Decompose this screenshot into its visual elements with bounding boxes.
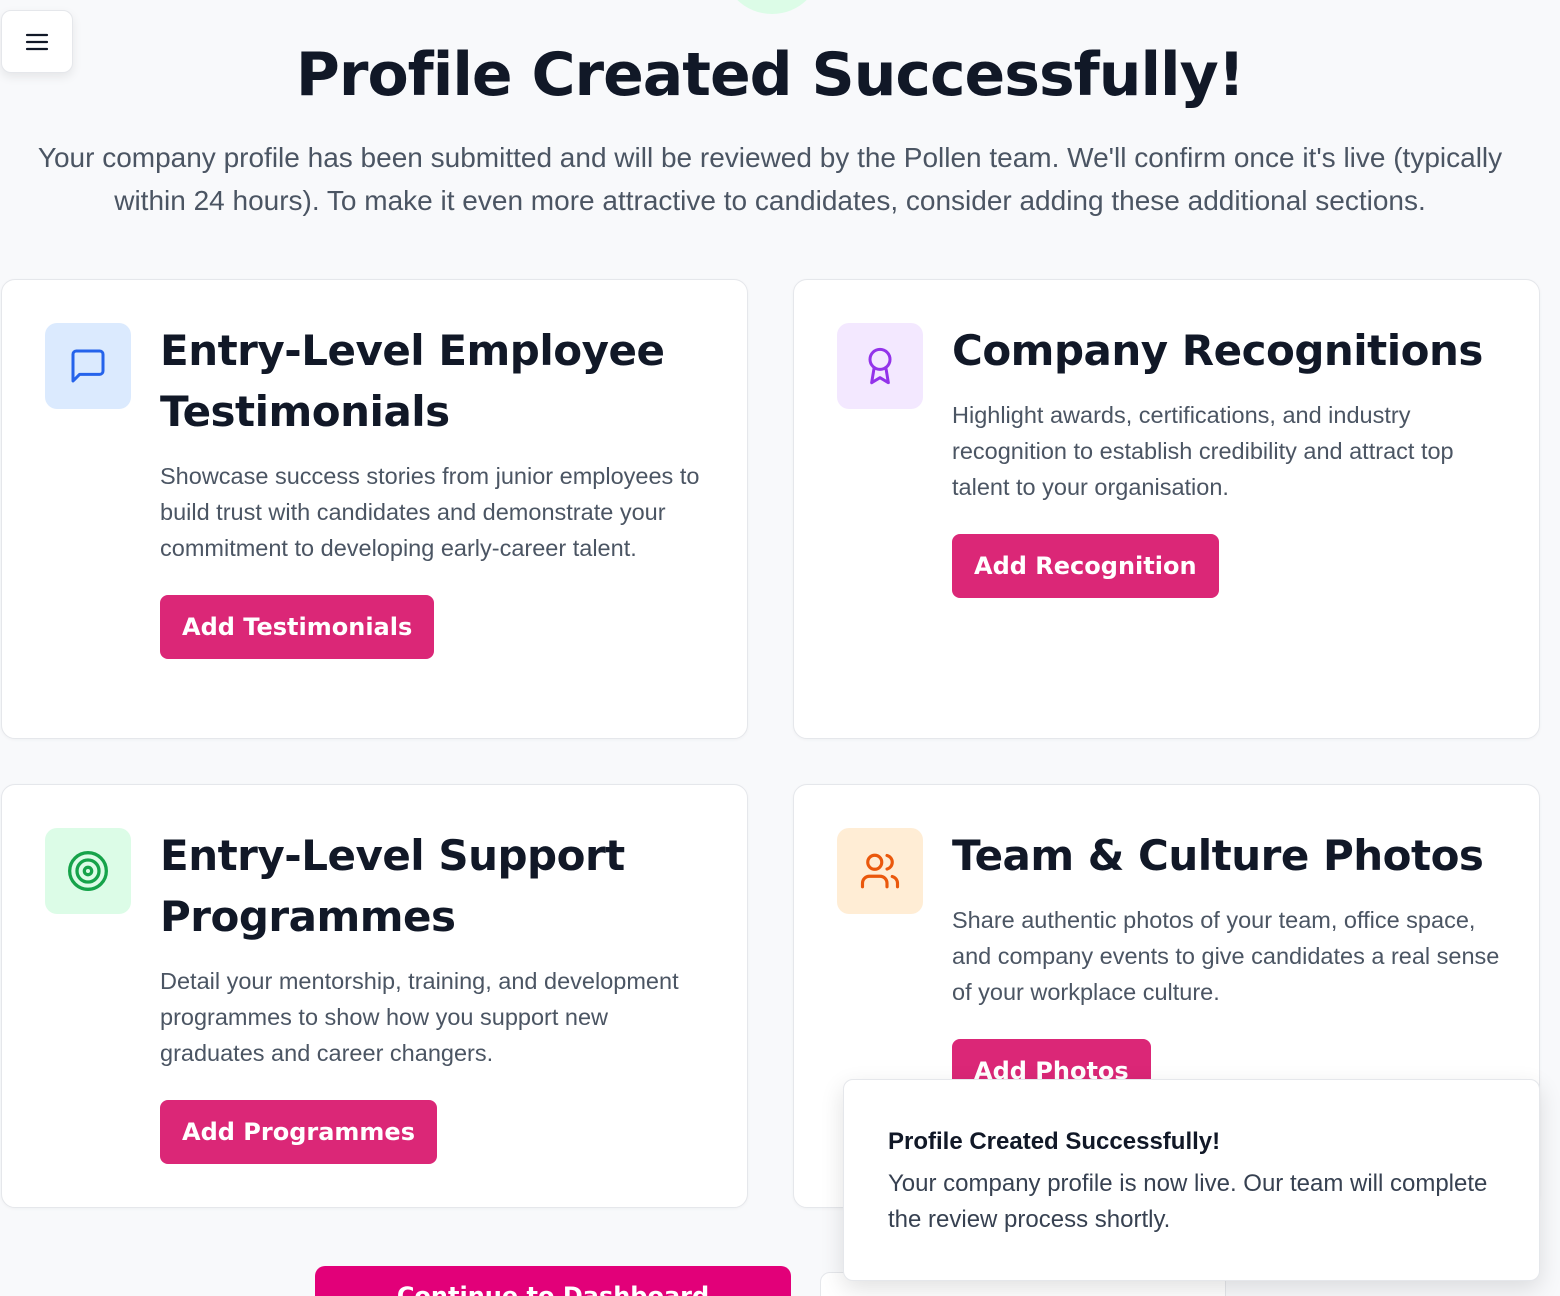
target-icon (68, 851, 108, 891)
card-support-programmes: Entry-Level Support Programmes Detail yo… (1, 784, 748, 1208)
card-title: Team & Culture Photos (952, 831, 1484, 880)
card-description: Detail your mentorship, training, and de… (160, 968, 679, 1066)
card-recognitions: Company Recognitions Highlight awards, c… (793, 279, 1540, 739)
card-icon-box (45, 828, 131, 914)
success-icon-circle (722, 0, 822, 14)
card-description: Share authentic photos of your team, off… (952, 907, 1500, 1005)
add-programmes-button[interactable]: Add Programmes (160, 1100, 437, 1164)
add-recognition-button[interactable]: Add Recognition (952, 534, 1219, 598)
continue-to-dashboard-button[interactable]: Continue to Dashboard (315, 1266, 791, 1296)
card-description: Highlight awards, certifications, and in… (952, 402, 1454, 500)
add-testimonials-button[interactable]: Add Testimonials (160, 595, 435, 659)
page: Profile Created Successfully! Your compa… (0, 0, 1560, 1296)
card-title: Entry-Level Employee Testimonials (160, 326, 665, 436)
page-title: Profile Created Successfully! (295, 40, 1245, 110)
award-icon (868, 347, 892, 385)
card-title: Company Recognitions (952, 326, 1483, 375)
success-toast: Profile Created Successfully! Your compa… (843, 1079, 1540, 1281)
page-subtitle: Your company profile has been submitted … (37, 142, 1503, 216)
card-testimonials: Entry-Level Employee Testimonials Showca… (1, 279, 748, 739)
users-icon (860, 853, 900, 889)
card-description: Showcase success stories from junior emp… (160, 463, 700, 561)
toast-message: Your company profile is now live. Our te… (888, 1170, 1488, 1233)
card-icon-box (837, 828, 923, 914)
message-square-icon (71, 349, 105, 383)
toast-title: Profile Created Successfully! (888, 1128, 1221, 1155)
card-icon-box (837, 323, 923, 409)
card-title: Entry-Level Support Programmes (160, 831, 625, 941)
card-icon-box (45, 323, 131, 409)
